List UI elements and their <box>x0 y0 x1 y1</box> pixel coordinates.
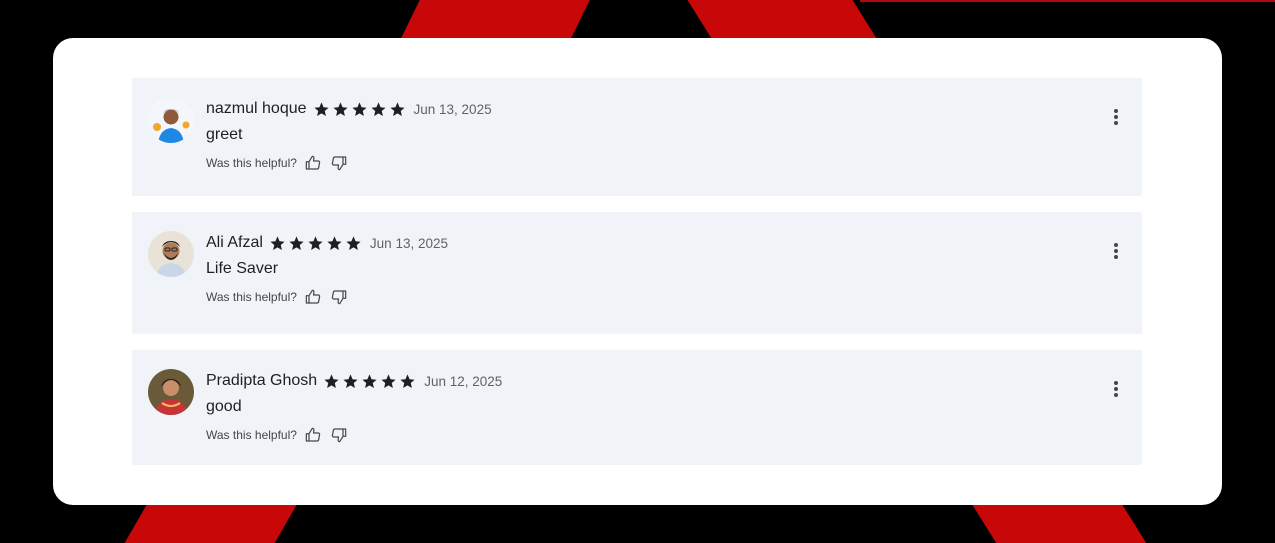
avatar <box>148 369 194 415</box>
star-icon <box>327 235 342 250</box>
reviewer-name: nazmul hoque <box>206 100 307 117</box>
helpful-label: Was this helpful? <box>206 290 297 304</box>
review-item: nazmul hoque Jun 13, 2025 greet Was this… <box>132 78 1142 196</box>
more-vert-icon[interactable] <box>1104 105 1128 129</box>
reviews-card: nazmul hoque Jun 13, 2025 greet Was this… <box>53 38 1222 505</box>
star-icon <box>308 235 323 250</box>
star-rating <box>323 373 418 390</box>
star-icon <box>346 235 361 250</box>
star-rating <box>313 101 408 118</box>
star-icon <box>389 101 405 116</box>
avatar <box>148 97 194 143</box>
star-icon <box>381 373 396 388</box>
review-text: good <box>206 398 242 415</box>
more-vert-icon[interactable] <box>1104 239 1128 263</box>
review-date: Jun 12, 2025 <box>424 373 503 389</box>
star-icon <box>343 373 358 388</box>
star-icon <box>332 101 348 116</box>
star-icon <box>313 101 329 116</box>
helpful-row: Was this helpful? <box>206 155 357 171</box>
star-icon <box>270 235 285 250</box>
helpful-row: Was this helpful? <box>206 427 357 443</box>
thumb-down-icon[interactable] <box>331 289 347 305</box>
decorative-line <box>860 0 1275 2</box>
reviewer-name: Ali Afzal <box>206 234 263 251</box>
thumb-up-icon[interactable] <box>305 427 321 443</box>
thumb-down-icon[interactable] <box>331 155 347 171</box>
thumb-up-icon[interactable] <box>305 155 321 171</box>
star-rating <box>269 235 364 252</box>
star-icon <box>370 101 386 116</box>
review-date: Jun 13, 2025 <box>369 235 448 251</box>
review-text: greet <box>206 126 243 143</box>
reviewer-name: Pradipta Ghosh <box>206 372 318 389</box>
thumb-up-icon[interactable] <box>305 289 321 305</box>
review-item: Ali Afzal Jun 13, 2025 Life Saver Was th… <box>132 212 1142 334</box>
thumb-down-icon[interactable] <box>331 427 347 443</box>
helpful-label: Was this helpful? <box>206 428 297 442</box>
review-text: Life Saver <box>206 260 279 277</box>
stage: nazmul hoque Jun 13, 2025 greet Was this… <box>0 0 1275 543</box>
star-icon <box>400 373 415 388</box>
star-icon <box>324 373 339 388</box>
helpful-row: Was this helpful? <box>206 289 357 305</box>
avatar <box>148 231 194 277</box>
more-vert-icon[interactable] <box>1104 377 1128 401</box>
review-item: Pradipta Ghosh Jun 12, 2025 good Was thi… <box>132 350 1142 465</box>
star-icon <box>362 373 377 388</box>
helpful-label: Was this helpful? <box>206 156 297 170</box>
review-date: Jun 13, 2025 <box>413 101 492 117</box>
star-icon <box>351 101 367 116</box>
star-icon <box>289 235 304 250</box>
